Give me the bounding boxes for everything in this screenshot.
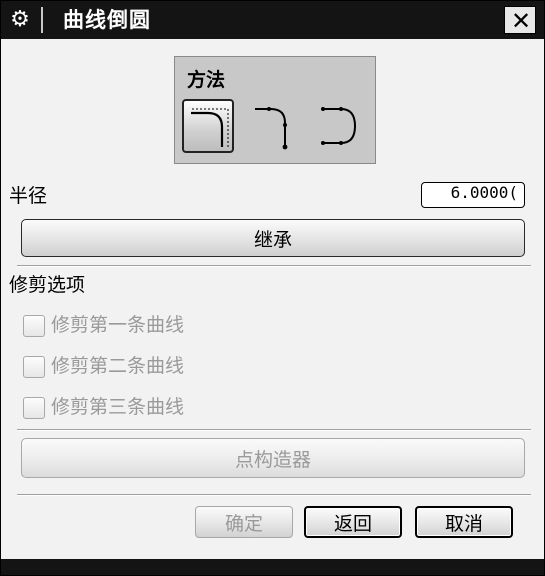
- method-label: 方法: [187, 69, 226, 91]
- status-strip: [1, 559, 544, 575]
- cancel-button[interactable]: 取消: [415, 506, 513, 538]
- point-constructor-button[interactable]: 点构造器: [21, 438, 525, 478]
- method-panel: 方法: [174, 56, 376, 164]
- trim-first-curve-label: 修剪第一条曲线: [51, 314, 185, 336]
- trim-options-label: 修剪选项: [9, 274, 86, 296]
- close-button[interactable]: ✕: [504, 6, 536, 34]
- fillet-two-curves-icon: [255, 107, 288, 150]
- radius-label: 半径: [9, 185, 48, 207]
- radius-input[interactable]: 6.0000(: [421, 182, 525, 208]
- ok-button[interactable]: 确定: [195, 506, 293, 538]
- title-bar[interactable]: ⚙ 曲线倒圆 ✕: [1, 1, 544, 39]
- dialog-title: 曲线倒圆: [63, 8, 151, 32]
- method-option-two-curve-fillet[interactable]: [249, 99, 301, 153]
- trim-third-curve-label: 修剪第三条曲线: [51, 396, 185, 418]
- gear-icon[interactable]: ⚙: [9, 9, 31, 31]
- method-option-three-curve-fillet[interactable]: [315, 99, 367, 153]
- trim-first-curve-checkbox[interactable]: [23, 315, 45, 337]
- trim-second-curve-checkbox[interactable]: [23, 356, 45, 378]
- fillet-simple-icon: [191, 108, 229, 147]
- divider: [17, 265, 531, 267]
- fillet-curve-dialog: ⚙ 曲线倒圆 ✕ 方法 半径 6.0000(继承 修剪选项 修剪第一条曲线 修…: [0, 0, 545, 576]
- fillet-three-curves-icon: [321, 107, 357, 145]
- trim-third-curve-checkbox[interactable]: [23, 397, 45, 419]
- method-option-simple-fillet[interactable]: [182, 99, 234, 153]
- inherit-button[interactable]: 继承: [21, 219, 525, 257]
- divider: [17, 429, 531, 431]
- back-button[interactable]: 返回: [304, 506, 402, 538]
- title-separator: [41, 7, 43, 33]
- divider: [17, 494, 531, 496]
- trim-second-curve-label: 修剪第二条曲线: [51, 355, 185, 377]
